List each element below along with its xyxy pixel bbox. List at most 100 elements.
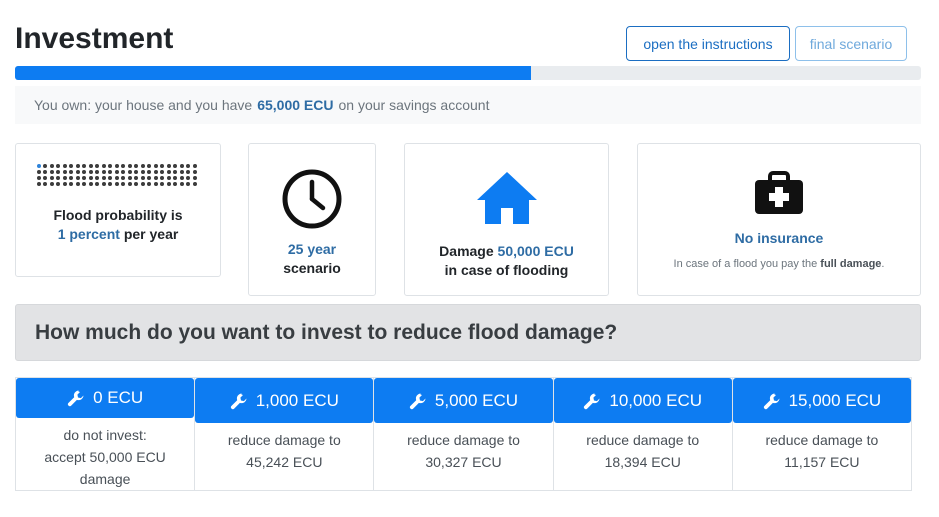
- insurance-sub-prefix: In case of a flood you pay the: [673, 258, 818, 270]
- house-dot: [49, 164, 54, 168]
- house-dot: [108, 182, 113, 186]
- probability-dots-icon: [36, 164, 200, 186]
- wrench-icon: [409, 393, 426, 409]
- house-dot: [101, 182, 106, 186]
- damage-line1: Damage 50,000 ECU: [439, 242, 574, 261]
- house-dot: [134, 182, 139, 186]
- house-dot: [88, 176, 93, 180]
- house-dot: [36, 170, 41, 174]
- house-dot: [95, 182, 100, 186]
- house-dot: [56, 176, 61, 180]
- house-dot: [121, 164, 126, 168]
- flood-probability-card: Flood probability is 1 percent per year: [15, 143, 221, 277]
- house-dot: [88, 164, 93, 168]
- option-10000-ecu-desc: reduce damage to 18,394 ECU: [586, 432, 700, 470]
- house-dot: [140, 170, 145, 174]
- house-dot: [179, 176, 184, 180]
- damage-value: 50,000 ECU: [497, 243, 574, 259]
- house-dot: [108, 176, 113, 180]
- timeframe-label: scenario: [283, 260, 341, 276]
- savings-info: You own: your house and you have 65,000 …: [15, 86, 921, 124]
- house-dot: [62, 182, 67, 186]
- option-0-ecu-desc: do not invest: accept 50,000 ECU damage: [44, 427, 166, 487]
- house-dot: [101, 164, 106, 168]
- house-dot: [140, 176, 145, 180]
- option-15000-ecu-button[interactable]: 15,000 ECU: [732, 378, 912, 423]
- insurance-subtitle: In case of a flood you pay the full dama…: [674, 258, 885, 270]
- open-instructions-button[interactable]: open the instructions: [626, 26, 790, 61]
- house-dot: [43, 176, 48, 180]
- insurance-card: No insurance In case of a flood you pay …: [637, 143, 921, 296]
- house-dot: [153, 170, 158, 174]
- house-dot: [192, 182, 197, 186]
- house-dot: [114, 164, 119, 168]
- house-dot: [88, 170, 93, 174]
- probability-line2: 1 percent per year: [53, 225, 182, 244]
- house-dot: [140, 164, 145, 168]
- damage-text: Damage 50,000 ECU in case of flooding: [439, 242, 574, 280]
- option-10000-ecu-button[interactable]: 10,000 ECU: [553, 378, 732, 423]
- probability-value: 1 percent: [57, 226, 120, 242]
- timeframe-card: 25 year scenario: [248, 143, 376, 296]
- option-10000-ecu-label: 10,000 ECU: [609, 390, 703, 410]
- house-dot: [114, 182, 119, 186]
- house-dot: [36, 176, 41, 180]
- house-dot: [82, 164, 87, 168]
- house-dot: [49, 176, 54, 180]
- house-dot: [127, 170, 132, 174]
- house-dot: [69, 176, 74, 180]
- house-dot: [160, 170, 165, 174]
- investment-options: 0 ECU do not invest: accept 50,000 ECU d…: [15, 377, 913, 491]
- house-dot: [121, 170, 126, 174]
- option-15000-ecu-desc: reduce damage to 11,157 ECU: [765, 432, 879, 470]
- option-0-ecu[interactable]: 0 ECU do not invest: accept 50,000 ECU d…: [15, 377, 196, 491]
- probability-suffix: per year: [123, 226, 179, 242]
- option-5000-ecu-button[interactable]: 5,000 ECU: [374, 378, 553, 423]
- house-dot: [192, 170, 197, 174]
- damage-prefix: Damage: [439, 243, 494, 259]
- option-1000-ecu-button[interactable]: 1,000 ECU: [195, 378, 374, 423]
- insurance-title: No insurance: [734, 230, 824, 246]
- option-5000-ecu[interactable]: 5,000 ECU reduce damage to 30,327 ECU: [373, 377, 554, 491]
- final-scenario-button[interactable]: final scenario: [795, 26, 907, 61]
- house-dot: [95, 164, 100, 168]
- house-dot: [179, 164, 184, 168]
- savings-amount: 65,000 ECU: [257, 97, 334, 113]
- house-dot: [114, 176, 119, 180]
- option-1000-ecu[interactable]: 1,000 ECU reduce damage to 45,242 ECU: [194, 377, 375, 491]
- house-dot: [147, 182, 152, 186]
- option-15000-ecu-label: 15,000 ECU: [788, 390, 882, 410]
- house-dot: [173, 164, 178, 168]
- wrench-icon: [68, 390, 84, 407]
- house-dot: [160, 176, 165, 180]
- damage-line2: in case of flooding: [444, 262, 569, 278]
- house-dot: [134, 170, 139, 174]
- house-dot: [101, 176, 106, 180]
- savings-suffix: on your savings account: [338, 97, 490, 113]
- house-dot: [69, 170, 74, 174]
- house-dot: [186, 182, 191, 186]
- house-dot: [56, 164, 61, 168]
- option-15000-ecu[interactable]: 15,000 ECU reduce damage to 11,157 ECU: [731, 377, 913, 491]
- wrench-icon: [230, 393, 247, 409]
- house-dot: [166, 164, 171, 168]
- house-dot: [166, 182, 171, 186]
- option-10000-ecu[interactable]: 10,000 ECU reduce damage to 18,394 ECU: [552, 377, 733, 491]
- progress-fill: [15, 66, 532, 80]
- briefcase-medical-icon: [755, 171, 803, 214]
- damage-card: Damage 50,000 ECU in case of flooding: [404, 143, 609, 296]
- house-dot: [192, 164, 197, 168]
- option-0-ecu-label: 0 ECU: [93, 388, 144, 407]
- house-dot: [62, 170, 67, 174]
- timeframe-text: 25 year scenario: [283, 240, 341, 278]
- option-0-ecu-button[interactable]: 0 ECU: [16, 378, 195, 418]
- house-dot: [82, 170, 87, 174]
- house-dot: [179, 182, 184, 186]
- house-dot: [121, 176, 126, 180]
- clock-icon: [282, 169, 342, 229]
- investment-question: How much do you want to invest to reduce…: [15, 304, 921, 361]
- option-1000-ecu-label: 1,000 ECU: [255, 390, 339, 410]
- house-dot: [179, 170, 184, 174]
- house-dot: [127, 176, 132, 180]
- house-dot: [75, 170, 80, 174]
